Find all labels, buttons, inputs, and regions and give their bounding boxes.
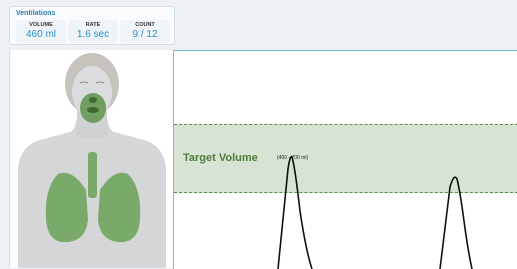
ventilations-title: Ventilations bbox=[16, 10, 56, 17]
volume-waveform bbox=[277, 155, 473, 269]
volume-stat: VOLUME 460 ml bbox=[16, 20, 66, 43]
breath-wave-2 bbox=[439, 176, 473, 269]
breath-wave-1 bbox=[277, 155, 313, 269]
count-value: 9 / 12 bbox=[132, 29, 158, 40]
rate-stat: RATE 1.6 sec bbox=[68, 20, 118, 43]
patient-figure bbox=[18, 53, 166, 268]
count-label: COUNT bbox=[135, 22, 155, 28]
volume-label: VOLUME bbox=[29, 22, 53, 28]
volume-value: 460 ml bbox=[25, 29, 56, 40]
rate-value: 1.6 sec bbox=[76, 29, 110, 40]
rate-label: RATE bbox=[85, 22, 101, 28]
ventilations-card: Ventilations VOLUME 460 ml RATE 1.6 sec … bbox=[9, 6, 175, 45]
nostril-mark bbox=[89, 97, 97, 103]
count-stat: COUNT 9 / 12 bbox=[120, 20, 170, 43]
waveform-panel: Target Volume (400 - 700 ml) bbox=[173, 50, 517, 269]
mouth-mark bbox=[87, 107, 99, 113]
patient-panel bbox=[9, 50, 174, 268]
trachea bbox=[88, 152, 97, 198]
